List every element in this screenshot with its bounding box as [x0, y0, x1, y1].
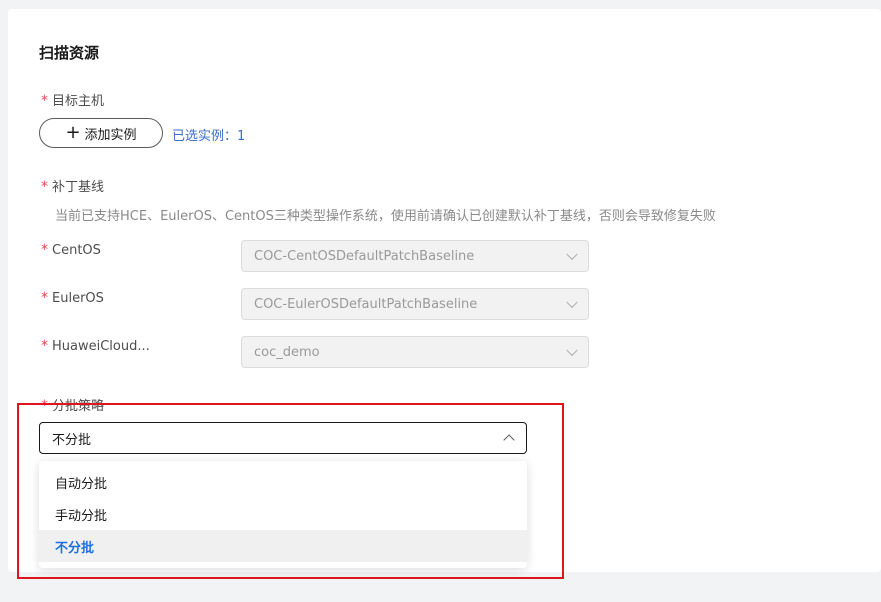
section-title: 扫描资源: [39, 44, 100, 62]
os-label-euleros: * EulerOS: [41, 290, 104, 306]
batch-strategy-dropdown: 自动分批 手动分批 不分批: [39, 461, 527, 568]
required-mark: *: [41, 398, 48, 414]
huaweicloud-baseline-select: coc_demo: [241, 336, 589, 368]
plus-icon: +: [65, 122, 81, 143]
required-mark: *: [41, 338, 48, 354]
batch-strategy-label: * 分批策略: [41, 395, 104, 414]
required-mark: *: [41, 290, 48, 306]
add-instance-button-label: 添加实例: [84, 127, 137, 143]
centos-baseline-value: COC-CentOSDefaultPatchBaseline: [254, 248, 475, 264]
centos-baseline-select: COC-CentOSDefaultPatchBaseline: [241, 240, 589, 272]
os-label-huaweicloud: * HuaweiCloud...: [41, 338, 150, 354]
os-label-text: CentOS: [52, 243, 101, 258]
euleros-baseline-select: COC-EulerOSDefaultPatchBaseline: [241, 288, 589, 320]
huaweicloud-baseline-value: coc_demo: [254, 344, 320, 360]
target-host-label-text: 目标主机: [52, 94, 105, 109]
required-mark: *: [41, 179, 48, 195]
os-label-text: EulerOS: [52, 291, 104, 306]
patch-baseline-label-text: 补丁基线: [52, 180, 105, 195]
patch-baseline-label: * 补丁基线: [41, 176, 104, 195]
chevron-up-icon: [503, 434, 515, 446]
batch-strategy-label-text: 分批策略: [52, 399, 105, 414]
chevron-down-icon: [566, 248, 578, 261]
add-instance-button[interactable]: + 添加实例: [39, 118, 163, 148]
required-mark: *: [41, 93, 48, 109]
chevron-down-icon: [566, 296, 578, 309]
os-label-centos: * CentOS: [41, 242, 101, 258]
selected-instances-link[interactable]: 已选实例：1: [172, 125, 245, 144]
euleros-baseline-value: COC-EulerOSDefaultPatchBaseline: [254, 296, 478, 312]
option-manual-batch[interactable]: 手动分批: [39, 498, 527, 530]
batch-strategy-select[interactable]: 不分批: [39, 422, 527, 454]
option-auto-batch[interactable]: 自动分批: [39, 466, 527, 498]
chevron-down-icon: [566, 344, 578, 357]
target-host-label: * 目标主机: [41, 90, 104, 109]
patch-baseline-hint: 当前已支持HCE、EulerOS、CentOS三种类型操作系统，使用前请确认已创…: [55, 209, 716, 224]
option-no-batch[interactable]: 不分批: [39, 530, 527, 562]
batch-strategy-selected-value: 不分批: [52, 432, 92, 448]
required-mark: *: [41, 242, 48, 258]
os-label-text: HuaweiCloud...: [52, 339, 150, 354]
